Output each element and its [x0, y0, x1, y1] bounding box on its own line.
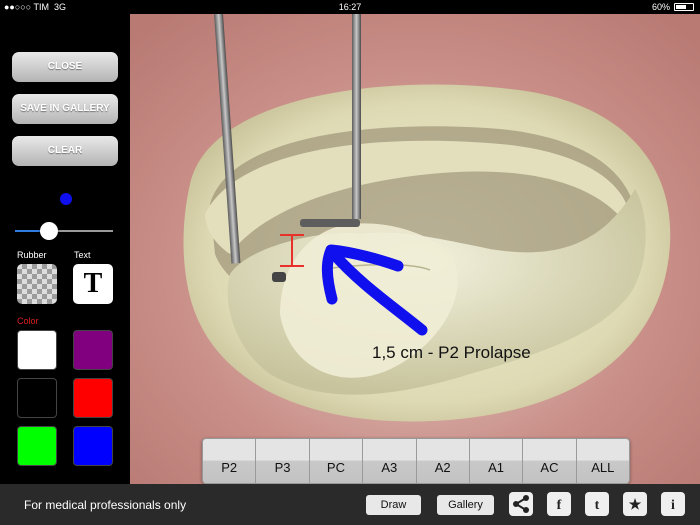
valve-segment-selector: P2 P3 PC A3 A2 A1 AC ALL — [202, 438, 630, 484]
close-button[interactable]: CLOSE — [12, 52, 118, 82]
share-icon[interactable] — [509, 492, 533, 516]
segment-a1[interactable]: A1 — [469, 439, 524, 483]
clock: 16:27 — [338, 2, 362, 12]
retractor-rod-right — [352, 14, 361, 219]
status-bar: ●●○○○ TIM 3G 16:27 60% — [0, 0, 700, 14]
segment-ac[interactable]: AC — [523, 439, 577, 483]
segment-label: P2 — [221, 460, 238, 475]
mitral-valve-illustration: 1,5 cm - P2 Prolapse — [130, 14, 700, 484]
text-tool-button[interactable]: T — [73, 264, 113, 304]
battery-status: 60% — [652, 2, 694, 12]
clear-button[interactable]: CLEAR — [12, 136, 118, 166]
segment-pc[interactable]: PC — [309, 439, 364, 483]
color-swatch-white[interactable] — [17, 330, 57, 370]
segment-p2[interactable]: P2 — [203, 439, 257, 483]
segment-a3[interactable]: A3 — [363, 439, 417, 483]
color-swatch-purple[interactable] — [73, 330, 113, 370]
text-label: Text — [74, 250, 91, 260]
color-swatch-red[interactable] — [73, 378, 113, 418]
segment-a2[interactable]: A2 — [416, 439, 470, 483]
battery-percent: 60% — [651, 2, 670, 12]
segment-label: ALL — [591, 460, 615, 475]
twitter-icon[interactable]: t — [585, 492, 609, 516]
battery-icon — [674, 3, 694, 11]
segment-label: A2 — [434, 460, 451, 475]
segment-label: A1 — [488, 460, 505, 475]
segment-p3[interactable]: P3 — [256, 439, 310, 483]
segment-all[interactable]: ALL — [576, 439, 629, 483]
segment-label: AC — [540, 460, 559, 475]
annotation-text: 1,5 cm - P2 Prolapse — [372, 343, 531, 362]
segment-label: P3 — [274, 460, 291, 475]
info-icon[interactable]: i — [661, 492, 685, 516]
facebook-icon[interactable]: f — [547, 492, 571, 516]
drawing-tool-panel: CLOSE SAVE IN GALLERY CLEAR Rubber Text … — [0, 14, 130, 484]
color-swatch-blue[interactable] — [73, 426, 113, 466]
segment-label: A3 — [381, 460, 398, 475]
gallery-button[interactable]: Gallery — [437, 495, 494, 515]
rod-tip — [300, 219, 360, 227]
save-in-gallery-button[interactable]: SAVE IN GALLERY — [12, 94, 118, 124]
disclaimer-text: For medical professionals only — [24, 498, 187, 512]
rubber-tool-button[interactable] — [17, 264, 57, 304]
color-label: Color — [17, 316, 39, 326]
color-swatch-black[interactable] — [17, 378, 57, 418]
color-swatch-green[interactable] — [17, 426, 57, 466]
bottom-toolbar: For medical professionals only Draw Gall… — [0, 484, 700, 525]
segment-label: PC — [326, 460, 345, 475]
rubber-label: Rubber — [17, 250, 47, 260]
slider-thumb[interactable] — [40, 222, 59, 240]
brush-preview-dot — [60, 193, 72, 205]
star-icon[interactable]: ★ — [623, 492, 647, 516]
drawing-canvas[interactable]: 1,5 cm - P2 Prolapse — [130, 14, 700, 484]
draw-button[interactable]: Draw — [366, 495, 421, 515]
rod-tip-left — [272, 272, 286, 282]
brush-size-slider[interactable] — [15, 222, 113, 240]
